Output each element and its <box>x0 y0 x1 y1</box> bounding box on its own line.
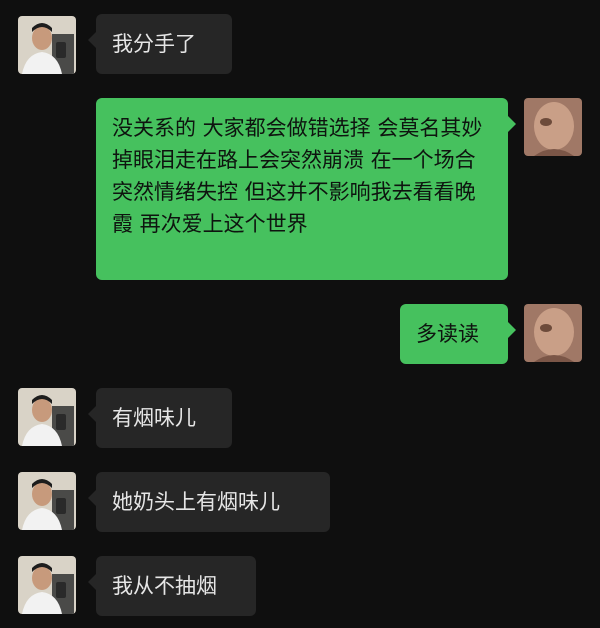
message-bubble[interactable]: 多读读 <box>400 304 516 364</box>
chat-window[interactable]: 我分手了 没关系的 大家都会做错选择 会莫名其妙掉眼泪走在路上会突然崩溃 在一个… <box>0 0 600 628</box>
man-selfie-avatar-icon <box>18 472 76 530</box>
message-text: 她奶头上有烟味儿 <box>112 490 280 514</box>
message-bubble[interactable]: 我分手了 <box>88 14 232 74</box>
message-text: 多读读 <box>416 322 479 346</box>
message-text: 我从不抽烟 <box>112 574 217 598</box>
message-text: 我分手了 <box>112 32 196 56</box>
blurry-face-avatar-icon <box>524 304 582 362</box>
man-selfie-avatar-icon <box>18 388 76 446</box>
message-text: 有烟味儿 <box>112 406 196 430</box>
contact-avatar[interactable] <box>18 388 76 446</box>
blurry-face-avatar-icon <box>524 98 582 156</box>
message-bubble[interactable]: 她奶头上有烟味儿 <box>88 472 330 532</box>
self-avatar[interactable] <box>524 98 582 156</box>
message-text: 没关系的 大家都会做错选择 会莫名其妙掉眼泪走在路上会突然崩溃 在一个场合突然情… <box>112 116 483 236</box>
message-bubble[interactable]: 我从不抽烟 <box>88 556 256 616</box>
contact-avatar[interactable] <box>18 556 76 614</box>
contact-avatar[interactable] <box>18 16 76 74</box>
man-selfie-avatar-icon <box>18 556 76 614</box>
self-avatar[interactable] <box>524 304 582 362</box>
man-selfie-avatar-icon <box>18 16 76 74</box>
contact-avatar[interactable] <box>18 472 76 530</box>
message-bubble[interactable]: 有烟味儿 <box>88 388 232 448</box>
message-bubble[interactable]: 没关系的 大家都会做错选择 会莫名其妙掉眼泪走在路上会突然崩溃 在一个场合突然情… <box>96 98 516 280</box>
